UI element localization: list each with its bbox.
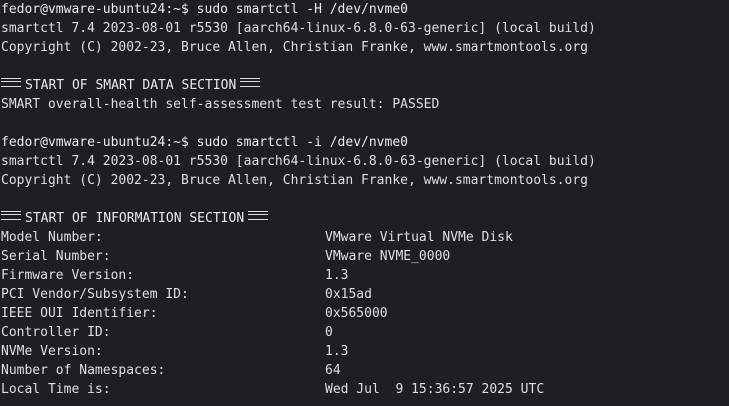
version-line: smartctl 7.4 2023-08-01 r5530 [aarch64-l… [1, 21, 596, 36]
section-title: START OF SMART DATA SECTION [25, 78, 237, 93]
info-key: Number of Namespaces: [1, 363, 166, 378]
info-key: PCI Vendor/Subsystem ID: [1, 287, 189, 302]
info-key: Serial Number: [1, 249, 111, 264]
info-key: IEEE OUI Identifier: [1, 306, 158, 321]
command-prompt-line: fedor@vmware-ubuntu24:~$ sudo smartctl -… [1, 135, 408, 150]
info-key: Controller ID: [1, 325, 111, 340]
info-value: VMware Virtual NVMe Disk [325, 230, 513, 245]
info-row: IEEE OUI Identifier: 0x565000 [0, 304, 729, 323]
info-value: 0x565000 [325, 306, 388, 321]
copyright-line: Copyright (C) 2002-23, Bruce Allen, Chri… [1, 40, 588, 55]
info-value: VMware NVME_0000 [325, 249, 451, 264]
info-row: Controller ID: 0 [0, 323, 729, 342]
info-row: Number of Namespaces: 64 [0, 361, 729, 380]
separator-glyph [240, 78, 261, 87]
copyright-line: Copyright (C) 2002-23, Bruce Allen, Chri… [1, 173, 588, 188]
separator-glyph [1, 211, 21, 220]
terminal-window[interactable]: fedor@vmware-ubuntu24:~$ sudo smartctl -… [0, 0, 729, 406]
info-value: 1.3 [325, 268, 349, 283]
info-value: Wed Jul 9 15:36:57 2025 UTC [325, 382, 545, 397]
command-prompt-line: fedor@vmware-ubuntu24:~$ sudo smartctl -… [1, 2, 408, 17]
separator-glyph [248, 211, 269, 220]
info-value: 1.3 [325, 344, 349, 359]
info-value: 64 [325, 363, 341, 378]
health-result-line: SMART overall-health self-assessment tes… [1, 97, 440, 112]
info-row: PCI Vendor/Subsystem ID: 0x15ad [0, 285, 729, 304]
section-header: START OF SMART DATA SECTION [0, 76, 729, 95]
info-value: 0x15ad [325, 287, 372, 302]
info-row: Local Time is: Wed Jul 9 15:36:57 2025 UT… [0, 380, 729, 399]
info-key: NVMe Version: [1, 344, 103, 359]
version-line: smartctl 7.4 2023-08-01 r5530 [aarch64-l… [1, 154, 596, 169]
info-row: Model Number: VMware Virtual NVMe Disk [0, 228, 729, 247]
info-row: NVMe Version: 1.3 [0, 342, 729, 361]
info-value: 0 [325, 325, 333, 340]
info-key: Firmware Version: [1, 268, 135, 283]
section-header: START OF INFORMATION SECTION [0, 209, 729, 228]
section-title: START OF INFORMATION SECTION [25, 211, 245, 226]
info-key: Model Number: [1, 230, 103, 245]
info-row: Firmware Version: 1.3 [0, 266, 729, 285]
info-row: Serial Number: VMware NVME_0000 [0, 247, 729, 266]
separator-glyph [1, 78, 21, 87]
info-key: Local Time is: [1, 382, 111, 397]
